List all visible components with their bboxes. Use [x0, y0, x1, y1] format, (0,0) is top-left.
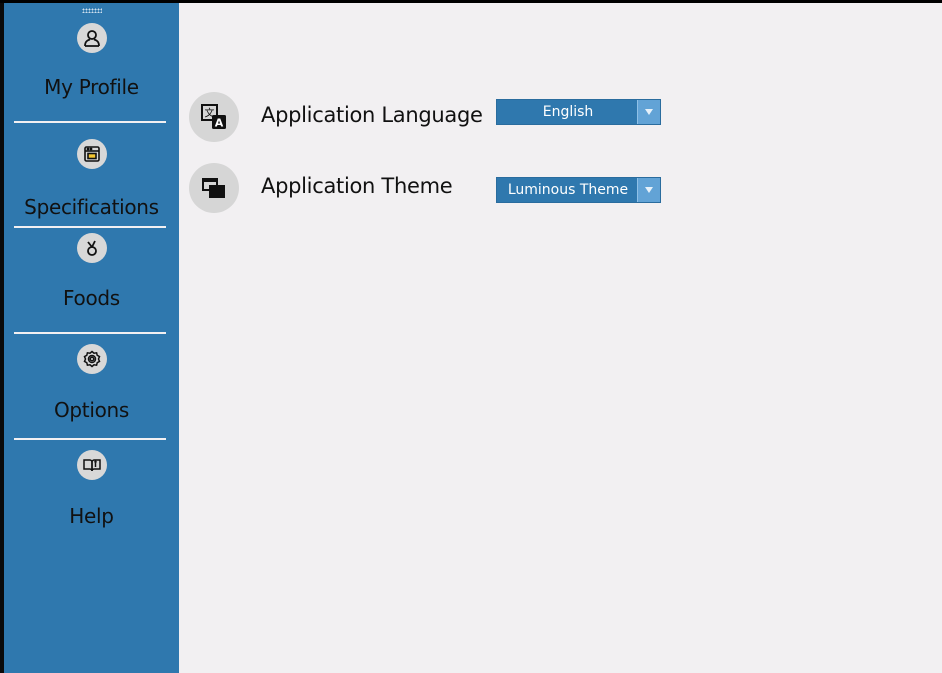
- sidebar-item-my-profile[interactable]: My Profile: [4, 21, 179, 121]
- sidebar-divider: [14, 121, 166, 123]
- windows-icon: [189, 163, 239, 213]
- theme-select-value: Luminous Theme: [507, 182, 629, 198]
- chevron-down-icon[interactable]: [637, 100, 660, 124]
- sidebar-item-label: Help: [69, 504, 114, 528]
- drag-grip-icon[interactable]: [82, 8, 102, 13]
- oven-icon: [77, 139, 107, 169]
- translate-icon: 文 A: [189, 92, 239, 142]
- sidebar-divider: [14, 438, 166, 440]
- food-icon: [77, 233, 107, 263]
- svg-text:A: A: [215, 117, 224, 130]
- sidebar-divider: [14, 332, 166, 334]
- sidebar-item-help[interactable]: Help: [4, 442, 179, 542]
- sidebar-item-foods[interactable]: Foods: [4, 230, 179, 330]
- sidebar-item-label: Foods: [63, 286, 120, 310]
- book-icon: [77, 450, 107, 480]
- sidebar-item-options[interactable]: Options: [4, 336, 179, 436]
- chevron-down-icon[interactable]: [637, 178, 660, 202]
- theme-label: Application Theme: [261, 174, 453, 198]
- language-label: Application Language: [261, 103, 483, 127]
- app-window: My Profile Specifications Foods Options …: [0, 3, 942, 673]
- sidebar-item-specifications[interactable]: Specifications: [4, 125, 179, 225]
- sidebar: My Profile Specifications Foods Options …: [0, 3, 179, 673]
- language-select[interactable]: English: [496, 99, 661, 125]
- sidebar-divider: [14, 226, 166, 228]
- language-setting-row: 文 A Application Language English: [189, 92, 669, 142]
- person-icon: [77, 23, 107, 53]
- sidebar-item-label: My Profile: [44, 75, 139, 99]
- gear-icon: [77, 344, 107, 374]
- language-select-value: English: [542, 104, 594, 120]
- sidebar-item-label: Options: [53, 398, 130, 422]
- sidebar-item-label: Specifications: [24, 195, 159, 219]
- theme-select[interactable]: Luminous Theme: [496, 177, 661, 203]
- theme-setting-row: Application Theme Luminous Theme: [189, 163, 669, 213]
